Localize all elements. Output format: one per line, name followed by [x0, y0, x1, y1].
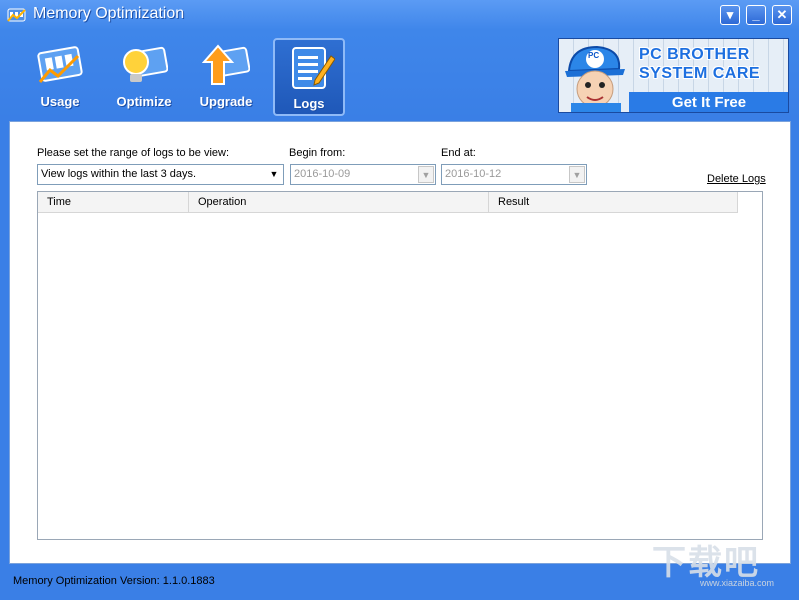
nav-upgrade[interactable]: Upgrade: [190, 38, 262, 116]
range-select[interactable]: View logs within the last 3 days. ▼: [37, 164, 284, 185]
logs-table-header: Time Operation Result: [38, 192, 738, 213]
range-label: Please set the range of logs to be view:: [37, 147, 230, 159]
pc-brother-banner[interactable]: PC PC BROTHER SYSTEM CARE Get It Free: [558, 38, 789, 113]
column-header-time[interactable]: Time: [38, 192, 189, 212]
nav-optimize[interactable]: Optimize: [108, 38, 180, 116]
watermark-logo: 下载吧: [652, 544, 760, 582]
notepad-pencil-icon: [287, 44, 336, 92]
nav-logs[interactable]: Logs: [273, 38, 345, 116]
mascot-badge: PC: [588, 51, 600, 60]
begin-date-value: 2016-10-09: [294, 168, 351, 180]
nav-usage-label: Usage: [40, 94, 80, 109]
range-select-value: View logs within the last 3 days.: [41, 168, 197, 180]
lightbulb-icon: [120, 42, 169, 90]
banner-title-line1: PC BROTHER: [639, 46, 750, 63]
nav-optimize-label: Optimize: [116, 94, 172, 109]
nav-logs-label: Logs: [293, 96, 325, 111]
upgrade-arrow-icon: [201, 42, 251, 90]
begin-date-picker[interactable]: 2016-10-09 ▼: [290, 164, 436, 185]
end-label: End at:: [441, 147, 476, 159]
delete-logs-link[interactable]: Delete Logs: [707, 173, 766, 185]
version-text: Memory Optimization Version: 1.1.0.1883: [13, 575, 215, 587]
nav-usage[interactable]: Usage: [24, 38, 96, 116]
watermark-url: www.xiazaiba.com: [700, 578, 775, 588]
get-it-free-button[interactable]: Get It Free: [629, 92, 788, 112]
column-header-operation[interactable]: Operation: [189, 192, 489, 212]
logs-panel: Please set the range of logs to be view:…: [9, 121, 791, 564]
title-bar[interactable]: Memory Optimization ▾ _ ✕: [0, 0, 799, 30]
end-date-picker[interactable]: 2016-10-12 ▼: [441, 164, 587, 185]
close-button[interactable]: ✕: [772, 5, 792, 25]
chevron-down-icon[interactable]: ▼: [569, 166, 585, 183]
menu-dropdown-button[interactable]: ▾: [720, 5, 740, 25]
app-icon: [7, 6, 27, 24]
chevron-down-icon[interactable]: ▼: [266, 166, 282, 183]
banner-title-line2: SYSTEM CARE: [639, 65, 761, 82]
begin-label: Begin from:: [289, 147, 346, 159]
usage-chart-icon: [36, 42, 84, 90]
end-date-value: 2016-10-12: [445, 168, 502, 180]
nav-upgrade-label: Upgrade: [199, 94, 253, 109]
app-window: Memory Optimization ▾ _ ✕ Usage Optimize: [0, 0, 799, 600]
window-title: Memory Optimization: [33, 5, 185, 22]
logs-table: Time Operation Result: [37, 191, 763, 540]
column-header-result[interactable]: Result: [489, 192, 738, 212]
chevron-down-icon[interactable]: ▼: [418, 166, 434, 183]
minimize-button[interactable]: _: [746, 5, 766, 25]
